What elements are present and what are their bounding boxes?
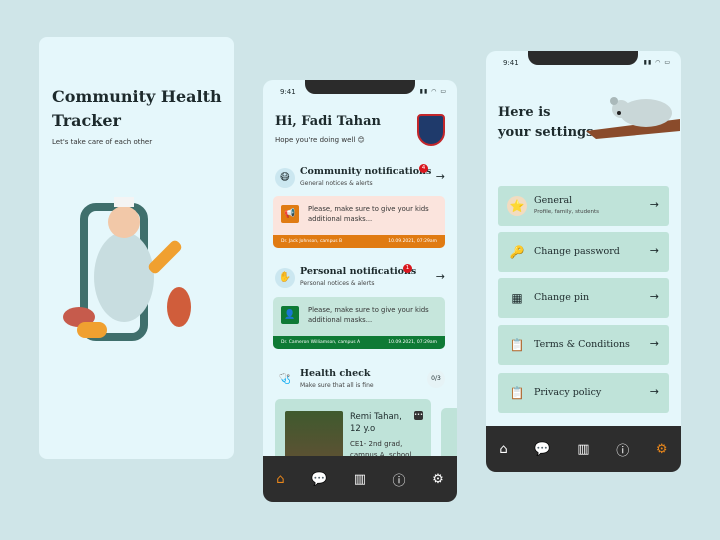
author: Dr. Jack Johnson, campus B xyxy=(281,239,343,244)
count-badge: 4 xyxy=(419,164,428,173)
greeting-sub: Hope you're doing well 😊 xyxy=(275,136,365,144)
notification-message: Please, make sure to give your kids addi… xyxy=(308,205,429,223)
clipboard-icon: 📋 xyxy=(509,386,525,400)
mask-icon: 😷 xyxy=(275,168,295,188)
arrow-right-icon: → xyxy=(649,290,659,303)
notch xyxy=(528,51,638,65)
settings-item-general[interactable]: ⭐ General Profile, family, students → xyxy=(498,186,669,226)
item-label: Privacy policy xyxy=(534,387,602,398)
personal-notifications-header[interactable]: ✋ Personal notifications 1 Personal noti… xyxy=(275,264,445,292)
key-icon: 🔑 xyxy=(509,245,525,259)
bottom-nav: ⌂ 💬 ▥ ⓘ ⚙ xyxy=(486,426,681,472)
date: 10.09.2021, 07:29am xyxy=(388,340,437,345)
health-check-header[interactable]: 🩺 Health check Make sure that all is fin… xyxy=(275,368,445,394)
section-title: Personal notifications xyxy=(300,266,417,277)
arrow-right-icon: → xyxy=(649,337,659,350)
status-icons: ▮▮ ◠ ▭ xyxy=(643,59,671,66)
item-label: Terms & Conditions xyxy=(534,339,630,350)
school-logo xyxy=(417,114,445,146)
intro-screen: Community Health Tracker Let's take care… xyxy=(39,37,234,459)
count-badge: 1 xyxy=(403,264,412,273)
item-label: Change pin xyxy=(534,292,590,303)
bottom-nav: ⌂ 💬 ▥ ⓘ ⚙ xyxy=(263,456,457,502)
title-line: Here is xyxy=(498,105,551,120)
section-title: Community notifications xyxy=(300,166,432,177)
settings-screen: 9:41 ▮▮ ◠ ▭ Here is your settings ⭐ Gener… xyxy=(486,51,681,472)
community-notifications-header[interactable]: 😷 Community notifications 4 General noti… xyxy=(275,164,445,192)
stats-icon[interactable]: ▥ xyxy=(354,472,366,487)
chat-icon[interactable]: 💬 xyxy=(311,472,327,487)
arrow-right-icon: → xyxy=(649,198,659,211)
more-icon[interactable]: ••• xyxy=(414,411,423,420)
settings-icon[interactable]: ⚙ xyxy=(432,472,444,487)
title-line: your settings xyxy=(498,125,594,140)
section-sub: Make sure that all is fine xyxy=(300,382,374,389)
app-subtitle: Let's take care of each other xyxy=(52,138,153,146)
status-icons: ▮▮ ◠ ▭ xyxy=(419,88,447,95)
home-icon[interactable]: ⌂ xyxy=(499,442,507,457)
community-notification-card[interactable]: 📢 Please, make sure to give your kids ad… xyxy=(273,196,445,248)
stats-icon[interactable]: ▥ xyxy=(577,442,589,457)
clipboard-icon: 📋 xyxy=(509,338,525,352)
item-label: General xyxy=(534,195,573,206)
item-label: Change password xyxy=(534,246,620,257)
notification-footer: Dr. Jack Johnson, campus B 10.09.2021, 07… xyxy=(273,235,445,248)
notification-footer: Dr. Cameron Williamson, campus A 10.09.20… xyxy=(273,336,445,349)
date: 10.09.2021, 07:29am xyxy=(388,239,437,244)
koala-illustration xyxy=(586,97,680,139)
item-sub: Profile, family, students xyxy=(534,209,599,215)
settings-item-terms[interactable]: 📋 Terms & Conditions → xyxy=(498,325,669,365)
hand-icon: ✋ xyxy=(275,268,295,288)
section-title: Health check xyxy=(300,368,371,379)
section-sub: General notices & alerts xyxy=(300,180,373,187)
stethoscope-icon: 🩺 xyxy=(278,374,292,385)
settings-item-change-pin[interactable]: ▦ Change pin → xyxy=(498,278,669,318)
general-icon: ⭐ xyxy=(507,196,527,216)
nurse-illustration xyxy=(63,197,191,341)
health-progress: 0/3 xyxy=(427,370,445,388)
settings-icon[interactable]: ⚙ xyxy=(656,442,668,457)
status-time: 9:41 xyxy=(503,59,519,67)
home-icon[interactable]: ⌂ xyxy=(276,472,284,487)
app-title: Community Health Tracker xyxy=(52,87,222,130)
chat-icon[interactable]: 💬 xyxy=(534,442,550,457)
personal-notification-card[interactable]: 👤 Please, make sure to give your kids ad… xyxy=(273,297,445,349)
arrow-right-icon: → xyxy=(649,385,659,398)
status-time: 9:41 xyxy=(280,88,296,96)
notch xyxy=(305,80,415,94)
arrow-right-icon[interactable]: → xyxy=(436,270,445,283)
info-icon[interactable]: ⓘ xyxy=(616,440,629,459)
settings-item-privacy[interactable]: 📋 Privacy policy → xyxy=(498,373,669,413)
home-screen: 9:41 ▮▮ ◠ ▭ Hi, Fadi Tahan Hope you're d… xyxy=(263,80,457,502)
author: Dr. Cameron Williamson, campus A xyxy=(281,340,361,345)
megaphone-icon: 📢 xyxy=(281,205,299,223)
arrow-right-icon[interactable]: → xyxy=(436,170,445,183)
settings-item-change-password[interactable]: 🔑 Change password → xyxy=(498,232,669,272)
settings-title: Here is your settings xyxy=(498,103,593,143)
greeting: Hi, Fadi Tahan xyxy=(275,114,381,129)
user-icon: 👤 xyxy=(281,306,299,324)
pin-icon: ▦ xyxy=(511,291,523,305)
info-icon[interactable]: ⓘ xyxy=(393,470,406,489)
arrow-right-icon: → xyxy=(649,244,659,257)
kid-name: Remi Tahan, 12 y.o xyxy=(350,412,402,434)
section-sub: Personal notices & alerts xyxy=(300,280,375,287)
notification-message: Please, make sure to give your kids addi… xyxy=(308,306,429,324)
